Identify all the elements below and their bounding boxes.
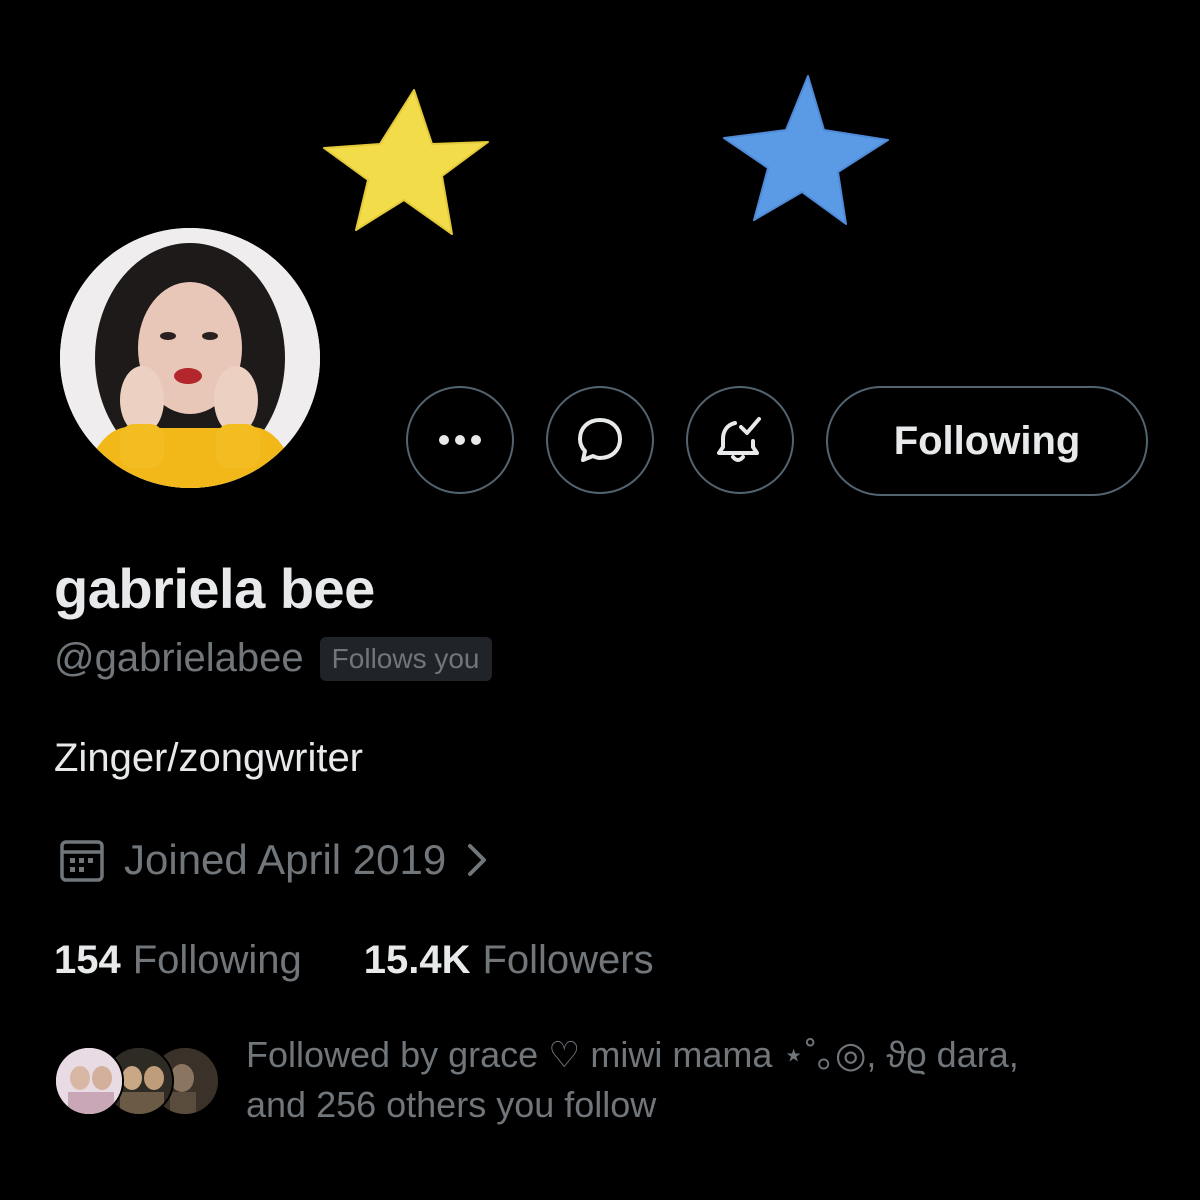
message-button[interactable] [546, 386, 654, 494]
following-label: Following [132, 938, 302, 982]
following-button-label: Following [893, 418, 1081, 463]
user-handle: @gabrielabee [54, 636, 304, 680]
bell-check-icon [717, 417, 761, 462]
followed-by-line-1: Followed by grace ♡ miwi mama ⋆˚｡◎, ϑϱ d… [246, 1034, 1019, 1075]
following-stat-link[interactable]: 154 Following [54, 938, 302, 983]
more-button[interactable] [406, 386, 514, 494]
followers-stat-link[interactable]: 15.4K Followers [364, 938, 654, 983]
blue-star-icon [723, 75, 889, 225]
followed-by-section[interactable]: Followed by grace ♡ miwi mama ⋆˚｡◎, ϑϱ d… [54, 1030, 1154, 1130]
display-name: gabriela bee [54, 557, 375, 620]
followers-count: 15.4K [363, 938, 471, 982]
message-bubble-icon [578, 418, 622, 462]
mutual-avatar [54, 1046, 124, 1116]
followers-label: Followers [482, 938, 654, 982]
following-button[interactable]: Following [826, 386, 1148, 496]
avatar-image [60, 228, 320, 488]
handle-row: @gabrielabee Follows you [54, 636, 492, 681]
calendar-icon [60, 840, 104, 882]
notifications-button[interactable] [686, 386, 794, 494]
follows-you-badge: Follows you [319, 636, 492, 681]
chevron-right-icon [468, 844, 487, 876]
followed-by-text: Followed by grace ♡ miwi mama ⋆˚｡◎, ϑϱ d… [246, 1030, 1146, 1130]
more-dots-icon [439, 435, 481, 445]
joined-date-row[interactable]: Joined April 2019 [58, 836, 492, 884]
following-count: 154 [54, 938, 121, 982]
followed-by-line-2: and 256 others you follow [246, 1084, 657, 1125]
mutual-avatars [54, 1046, 220, 1118]
profile-bio: Zinger/zongwriter [54, 736, 364, 780]
profile-avatar[interactable] [60, 228, 320, 488]
joined-date-text: Joined April 2019 [124, 836, 447, 883]
follow-stats: 154 Following 15.4K Followers [54, 938, 654, 983]
yellow-star-icon [323, 89, 489, 235]
